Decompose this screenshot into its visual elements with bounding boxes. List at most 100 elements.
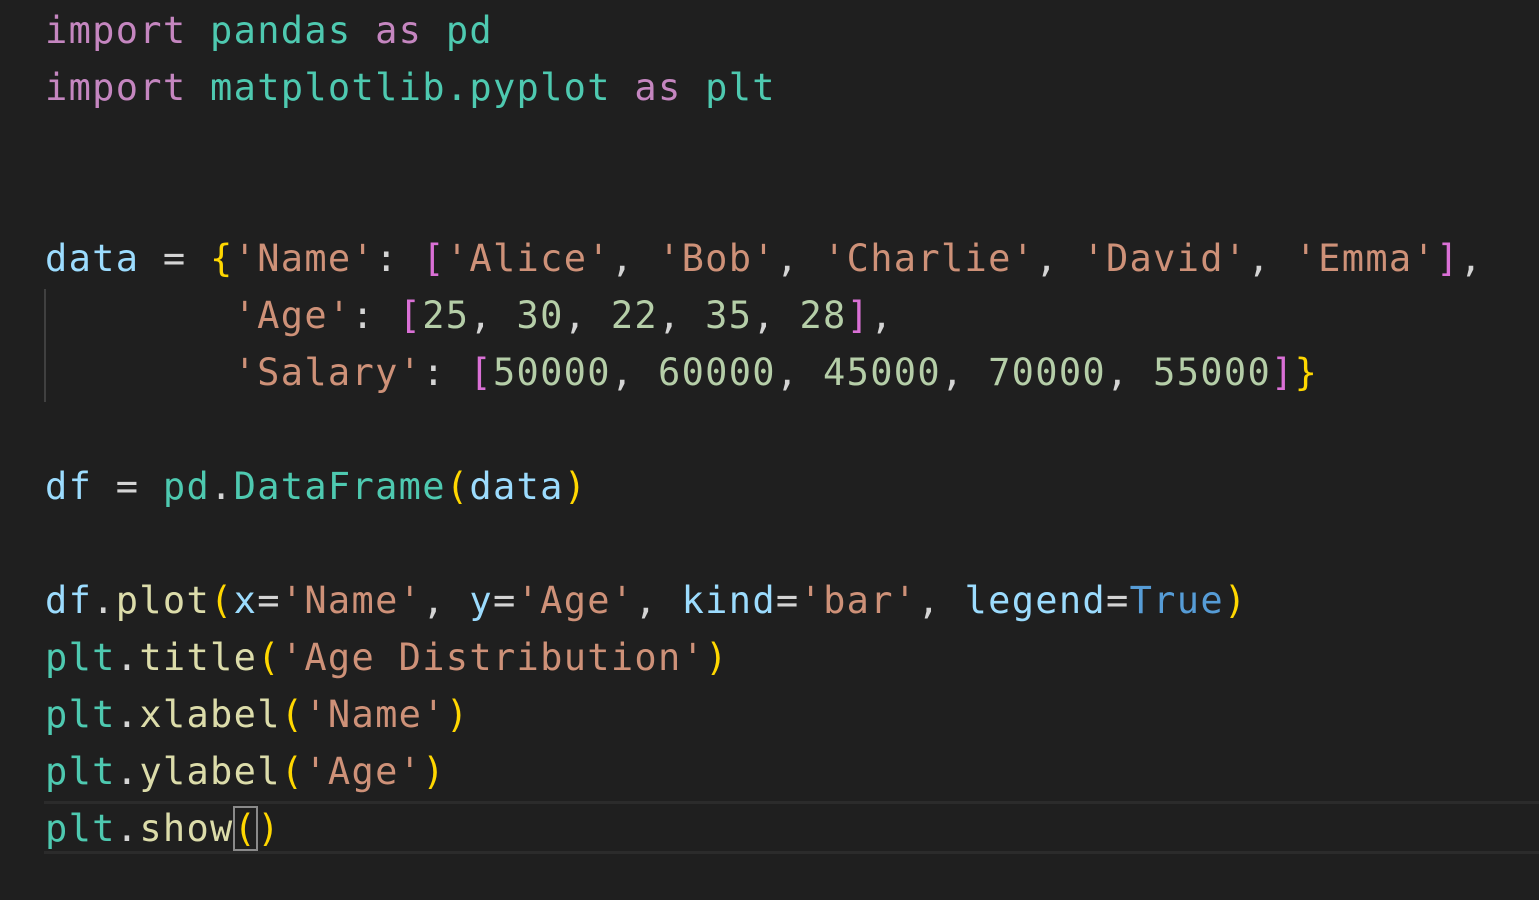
code-token: [ xyxy=(469,351,493,394)
code-token: 'Name' xyxy=(233,237,376,280)
code-token: pandas xyxy=(210,9,352,52)
code-token: 'Age' xyxy=(233,294,352,337)
code-token: , xyxy=(469,294,517,337)
code-line[interactable]: 'Salary': [50000, 60000, 45000, 70000, 5… xyxy=(45,344,1318,401)
code-token: [ xyxy=(422,237,446,280)
code-token: . xyxy=(115,807,140,850)
code-token: ) xyxy=(1223,579,1248,622)
code-token: } xyxy=(1294,351,1319,394)
code-token: 'bar' xyxy=(799,579,918,622)
code-token: 'Emma' xyxy=(1294,237,1437,280)
code-token: plot xyxy=(115,579,211,622)
code-line[interactable]: data = {'Name': ['Alice', 'Bob', 'Charli… xyxy=(45,230,1483,287)
code-token: ( xyxy=(257,636,281,679)
code-token: 'Age Distribution' xyxy=(280,636,706,679)
code-token: , xyxy=(610,351,658,394)
code-token: , xyxy=(1035,237,1083,280)
code-token: = xyxy=(257,579,281,622)
code-token: 35 xyxy=(705,294,753,337)
code-token: 50000 xyxy=(492,351,611,394)
code-line[interactable]: 'Age': [25, 30, 22, 35, 28], xyxy=(45,287,894,344)
code-token: : xyxy=(422,351,470,394)
code-token: , xyxy=(610,237,659,280)
code-token: ) xyxy=(422,750,446,793)
code-token: . xyxy=(115,750,140,793)
code-token: = xyxy=(1106,579,1130,622)
code-line[interactable]: plt.ylabel('Age') xyxy=(45,743,446,800)
code-token: 28 xyxy=(799,294,847,337)
code-token: df xyxy=(45,465,93,508)
code-token: True xyxy=(1129,579,1224,622)
code-line[interactable]: plt.xlabel('Name') xyxy=(45,686,469,743)
code-token: ( xyxy=(210,579,234,622)
code-token: = xyxy=(92,465,163,508)
code-token: , xyxy=(563,294,611,337)
code-line[interactable]: plt.show() xyxy=(45,800,281,857)
code-token: matplotlib.pyplot xyxy=(210,66,611,109)
code-token: y xyxy=(469,579,493,622)
code-token: kind xyxy=(681,579,776,622)
code-line[interactable]: import pandas as pd xyxy=(45,2,493,59)
code-token: 45000 xyxy=(823,351,941,394)
code-token: 'Charlie' xyxy=(823,237,1036,280)
code-token: plt xyxy=(45,807,116,850)
code-token: , xyxy=(775,351,824,394)
code-token: , xyxy=(422,579,470,622)
code-token: plt xyxy=(45,693,116,736)
code-token: df xyxy=(45,579,93,622)
code-token: , xyxy=(1105,351,1154,394)
code-token: ) xyxy=(563,465,588,508)
code-token: , xyxy=(658,294,706,337)
code-token: 'Salary' xyxy=(233,351,423,394)
code-token: = xyxy=(139,237,211,280)
code-token: ) xyxy=(445,693,470,736)
code-token: , xyxy=(917,579,965,622)
code-token: : xyxy=(351,294,399,337)
code-token: 22 xyxy=(610,294,659,337)
code-token: plt xyxy=(45,636,116,679)
code-token: import xyxy=(45,9,187,52)
code-token: , xyxy=(752,294,800,337)
code-token: , xyxy=(870,294,894,337)
code-token: xlabel xyxy=(139,693,281,736)
code-token: 25 xyxy=(422,294,470,337)
code-editor[interactable]: import pandas as pd import matplotlib.pyp… xyxy=(0,0,1539,900)
code-line[interactable]: plt.title('Age Distribution') xyxy=(45,629,729,686)
code-token: ylabel xyxy=(139,750,281,793)
code-token: 60000 xyxy=(658,351,776,394)
code-token: , xyxy=(1247,237,1295,280)
code-token: as xyxy=(634,66,682,109)
code-token: pd xyxy=(445,9,493,52)
code-token: pd xyxy=(162,465,211,508)
code-token: : xyxy=(375,237,423,280)
code-token: ) xyxy=(705,636,729,679)
code-token: [ xyxy=(398,294,423,337)
code-token: ( xyxy=(280,750,305,793)
code-token: 'Name' xyxy=(304,693,446,736)
code-line[interactable]: import matplotlib.pyplot as plt xyxy=(45,59,776,116)
code-token: 'Age' xyxy=(304,750,423,793)
code-token: . xyxy=(210,465,234,508)
code-token: 70000 xyxy=(988,351,1106,394)
code-token: ( xyxy=(232,806,259,851)
code-line[interactable]: df = pd.DataFrame(data) xyxy=(45,458,587,515)
code-token: data xyxy=(45,237,140,280)
code-token: DataFrame xyxy=(233,465,446,508)
code-token: = xyxy=(775,579,800,622)
code-token: ( xyxy=(445,465,470,508)
code-token: plt xyxy=(45,750,116,793)
code-token: 'Alice' xyxy=(445,237,611,280)
code-token: . xyxy=(92,579,116,622)
code-line[interactable]: df.plot(x='Name', y='Age', kind='bar', l… xyxy=(45,572,1247,629)
code-token: 55000 xyxy=(1153,351,1272,394)
code-token: data xyxy=(469,465,564,508)
code-token: ] xyxy=(1436,237,1460,280)
code-token: ) xyxy=(257,807,281,850)
code-token: . xyxy=(115,636,140,679)
